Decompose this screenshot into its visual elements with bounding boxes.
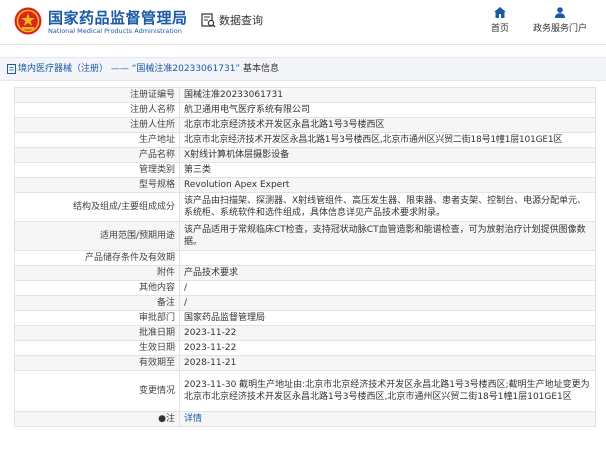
row-value: 该产品由扫描架、探测器、X射线管组件、高压发生器、限束器、患者支架、控制台、电源… — [179, 192, 596, 222]
table-row: 注册证编号 国械注准20233061731 — [14, 87, 596, 103]
table-row: 审批部门 国家药品监督管理局 — [14, 310, 596, 326]
data-query-label: 数据查询 — [219, 14, 263, 27]
row-label: 有效期至 — [14, 355, 180, 371]
table-row: 结构及组成/主要组成成分 该产品由扫描架、探测器、X射线管组件、高压发生器、限束… — [14, 192, 596, 222]
row-value: Revolution Apex Expert — [179, 177, 596, 193]
row-label: 变更情况 — [14, 370, 180, 412]
row-value: 第三类 — [179, 162, 596, 178]
breadcrumb-record: “国械注准20233061731” — [131, 64, 241, 74]
row-label: 管理类别 — [14, 162, 180, 178]
row-label: 生效日期 — [14, 340, 180, 356]
row-value: / — [179, 295, 596, 311]
table-row: 备注 / — [14, 295, 596, 311]
detail-table: 注册证编号 国械注准20233061731 注册人名称 航卫通用电气医疗系统有限… — [14, 87, 596, 427]
row-value: / — [179, 280, 596, 296]
table-row: 注册人名称 航卫通用电气医疗系统有限公司 — [14, 102, 596, 118]
row-value: 该产品适用于常规临床CT检查，支持冠状动脉CT血管造影和能谱检查，可为放射治疗计… — [179, 221, 596, 251]
site-subtitle: National Medical Products Administration — [48, 27, 182, 35]
breadcrumb: 境内医疗器械（注册） —— “国械注准20233061731” 基本信息 — [0, 57, 606, 81]
home-icon — [494, 7, 506, 18]
nav-service-portal-label: 政务服务门户 — [532, 24, 587, 34]
row-value: X射线计算机体层摄影设备 — [179, 147, 596, 163]
row-label: 产品储存条件及有效期 — [14, 250, 180, 266]
site-header: 国家药品监督管理局 National Medical Products Admi… — [0, 0, 606, 45]
table-row: 适用范围/预期用途 该产品适用于常规临床CT检查，支持冠状动脉CT血管造影和能谱… — [14, 221, 596, 251]
breadcrumb-separator: —— — [110, 64, 129, 74]
row-value: 产品技术要求 — [179, 265, 596, 281]
data-query-link[interactable]: 数据查询 — [201, 12, 263, 28]
note-label: 注 — [165, 414, 175, 424]
row-label: 注册人住所 — [14, 117, 180, 133]
row-value: 航卫通用电气医疗系统有限公司 — [179, 102, 596, 118]
table-row: 其他内容 / — [14, 280, 596, 296]
table-row: 附件 产品技术要求 — [14, 265, 596, 281]
row-label: 适用范围/预期用途 — [14, 221, 180, 251]
breadcrumb-category[interactable]: 境内医疗器械（注册） — [18, 64, 108, 74]
table-row: 注册人住所 北京市北京经济技术开发区永昌北路1号3号楼西区 — [14, 117, 596, 133]
table-row: 产品储存条件及有效期 — [14, 250, 596, 266]
table-row: 型号规格 Revolution Apex Expert — [14, 177, 596, 193]
national-emblem-logo[interactable] — [14, 7, 42, 35]
row-value: 北京市北京经济技术开发区永昌北路1号3号楼西区,北京市通州区兴贸二街18号1幢1… — [179, 132, 596, 148]
nav-home[interactable]: 首页 — [488, 7, 512, 34]
table-row: 变更情况 2023-11-30 截明生产地址由:北京市北京经济技术开发区永昌北路… — [14, 370, 596, 412]
row-value: 2028-11-21 — [179, 355, 596, 371]
row-value — [179, 250, 596, 266]
table-row: 生效日期 2023-11-22 — [14, 340, 596, 356]
table-row: 有效期至 2028-11-21 — [14, 355, 596, 371]
table-row: ●注 详情 — [14, 411, 596, 427]
row-label: 批准日期 — [14, 325, 180, 341]
row-label: 型号规格 — [14, 177, 180, 193]
row-value: 国家药品监督管理局 — [179, 310, 596, 326]
row-label: 注册证编号 — [14, 87, 180, 103]
row-value: 2023-11-22 — [179, 325, 596, 341]
row-label: 结构及组成/主要组成成分 — [14, 192, 180, 222]
row-label: 附件 — [14, 265, 180, 281]
site-title[interactable]: 国家药品监督管理局 — [48, 7, 188, 28]
row-label-note: ●注 — [14, 411, 180, 427]
nav-home-label: 首页 — [490, 24, 509, 34]
row-value: 国械注准20233061731 — [179, 87, 596, 103]
row-label: 产品名称 — [14, 147, 180, 163]
row-value: 北京市北京经济技术开发区永昌北路1号3号楼西区 — [179, 117, 596, 133]
row-value: 2023-11-30 截明生产地址由:北京市北京经济技术开发区永昌北路1号3号楼… — [179, 370, 596, 412]
table-row: 批准日期 2023-11-22 — [14, 325, 596, 341]
table-row: 生产地址 北京市北京经济技术开发区永昌北路1号3号楼西区,北京市通州区兴贸二街1… — [14, 132, 596, 148]
nav-service-portal[interactable]: 政务服务门户 — [529, 7, 591, 34]
row-label: 生产地址 — [14, 132, 180, 148]
data-query-icon — [201, 12, 216, 27]
note-bullet: ● — [158, 414, 166, 424]
row-label: 其他内容 — [14, 280, 180, 296]
breadcrumb-section: 基本信息 — [242, 64, 279, 74]
details-link[interactable]: 详情 — [184, 414, 202, 424]
row-label: 审批部门 — [14, 310, 180, 326]
table-row: 产品名称 X射线计算机体层摄影设备 — [14, 147, 596, 163]
table-row: 管理类别 第三类 — [14, 162, 596, 178]
document-icon — [7, 64, 16, 74]
row-label: 备注 — [14, 295, 180, 311]
row-label: 注册人名称 — [14, 102, 180, 118]
row-value: 2023-11-22 — [179, 340, 596, 356]
user-icon — [554, 7, 566, 18]
